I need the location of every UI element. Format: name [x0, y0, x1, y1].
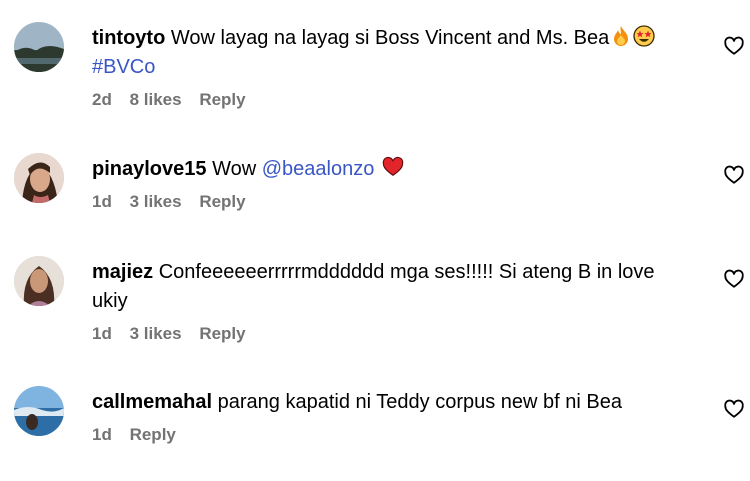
timestamp[interactable]: 1d [92, 425, 112, 444]
avatar-image [14, 153, 64, 203]
likes-count[interactable]: 3 likes [130, 324, 182, 343]
hashtag-link[interactable]: #BVCo [92, 56, 155, 78]
star-struck-emoji [633, 25, 655, 47]
like-button[interactable] [723, 268, 745, 290]
comment-text: tintoyto Wow layag na layag si Boss Vinc… [92, 24, 694, 53]
comment-text: majiez Confeeeeeerrrrrmdddddd mga ses!!!… [92, 258, 694, 316]
comment-body: parang kapatid ni Teddy corpus new bf ni… [217, 391, 622, 413]
comment-body: Wow [212, 158, 257, 180]
comment-text: pinaylove15 Wow @beaalonzo [92, 155, 694, 184]
reply-button[interactable]: Reply [199, 324, 245, 343]
avatar-image [14, 386, 64, 436]
username[interactable]: callmemahal [92, 391, 212, 413]
heart-outline-icon [724, 399, 744, 418]
avatar[interactable] [14, 22, 64, 72]
comment-meta: 1d Reply [92, 424, 694, 446]
avatar-image [14, 256, 64, 306]
timestamp[interactable]: 1d [92, 324, 112, 343]
timestamp[interactable]: 2d [92, 90, 112, 109]
like-button[interactable] [723, 398, 745, 420]
likes-count[interactable]: 8 likes [130, 90, 182, 109]
avatar[interactable] [14, 153, 64, 203]
reply-button[interactable]: Reply [199, 192, 245, 211]
red-heart-emoji [382, 156, 404, 178]
comment-text: callmemahal parang kapatid ni Teddy corp… [92, 388, 694, 417]
comment-body: Confeeeeeerrrrrmdddddd mga ses!!!!! Si a… [92, 261, 655, 312]
username[interactable]: tintoyto [92, 27, 165, 49]
comment-meta: 2d 8 likes Reply [92, 89, 694, 111]
comment-body: Wow layag na layag si Boss Vincent and M… [170, 27, 610, 49]
username[interactable]: majiez [92, 261, 153, 283]
heart-outline-icon [724, 269, 744, 288]
comment-meta: 1d 3 likes Reply [92, 191, 694, 213]
avatar-image [14, 22, 64, 72]
likes-count[interactable]: 3 likes [130, 192, 182, 211]
like-button[interactable] [723, 35, 745, 57]
heart-outline-icon [724, 36, 744, 55]
avatar[interactable] [14, 256, 64, 306]
avatar[interactable] [14, 386, 64, 436]
username[interactable]: pinaylove15 [92, 158, 207, 180]
comment-meta: 1d 3 likes Reply [92, 323, 694, 345]
reply-button[interactable]: Reply [130, 425, 176, 444]
mention-link[interactable]: @beaalonzo [262, 158, 375, 180]
heart-outline-icon [724, 165, 744, 184]
reply-button[interactable]: Reply [199, 90, 245, 109]
fire-emoji [610, 25, 632, 47]
like-button[interactable] [723, 164, 745, 186]
timestamp[interactable]: 1d [92, 192, 112, 211]
hashtag-line: #BVCo [92, 53, 694, 82]
